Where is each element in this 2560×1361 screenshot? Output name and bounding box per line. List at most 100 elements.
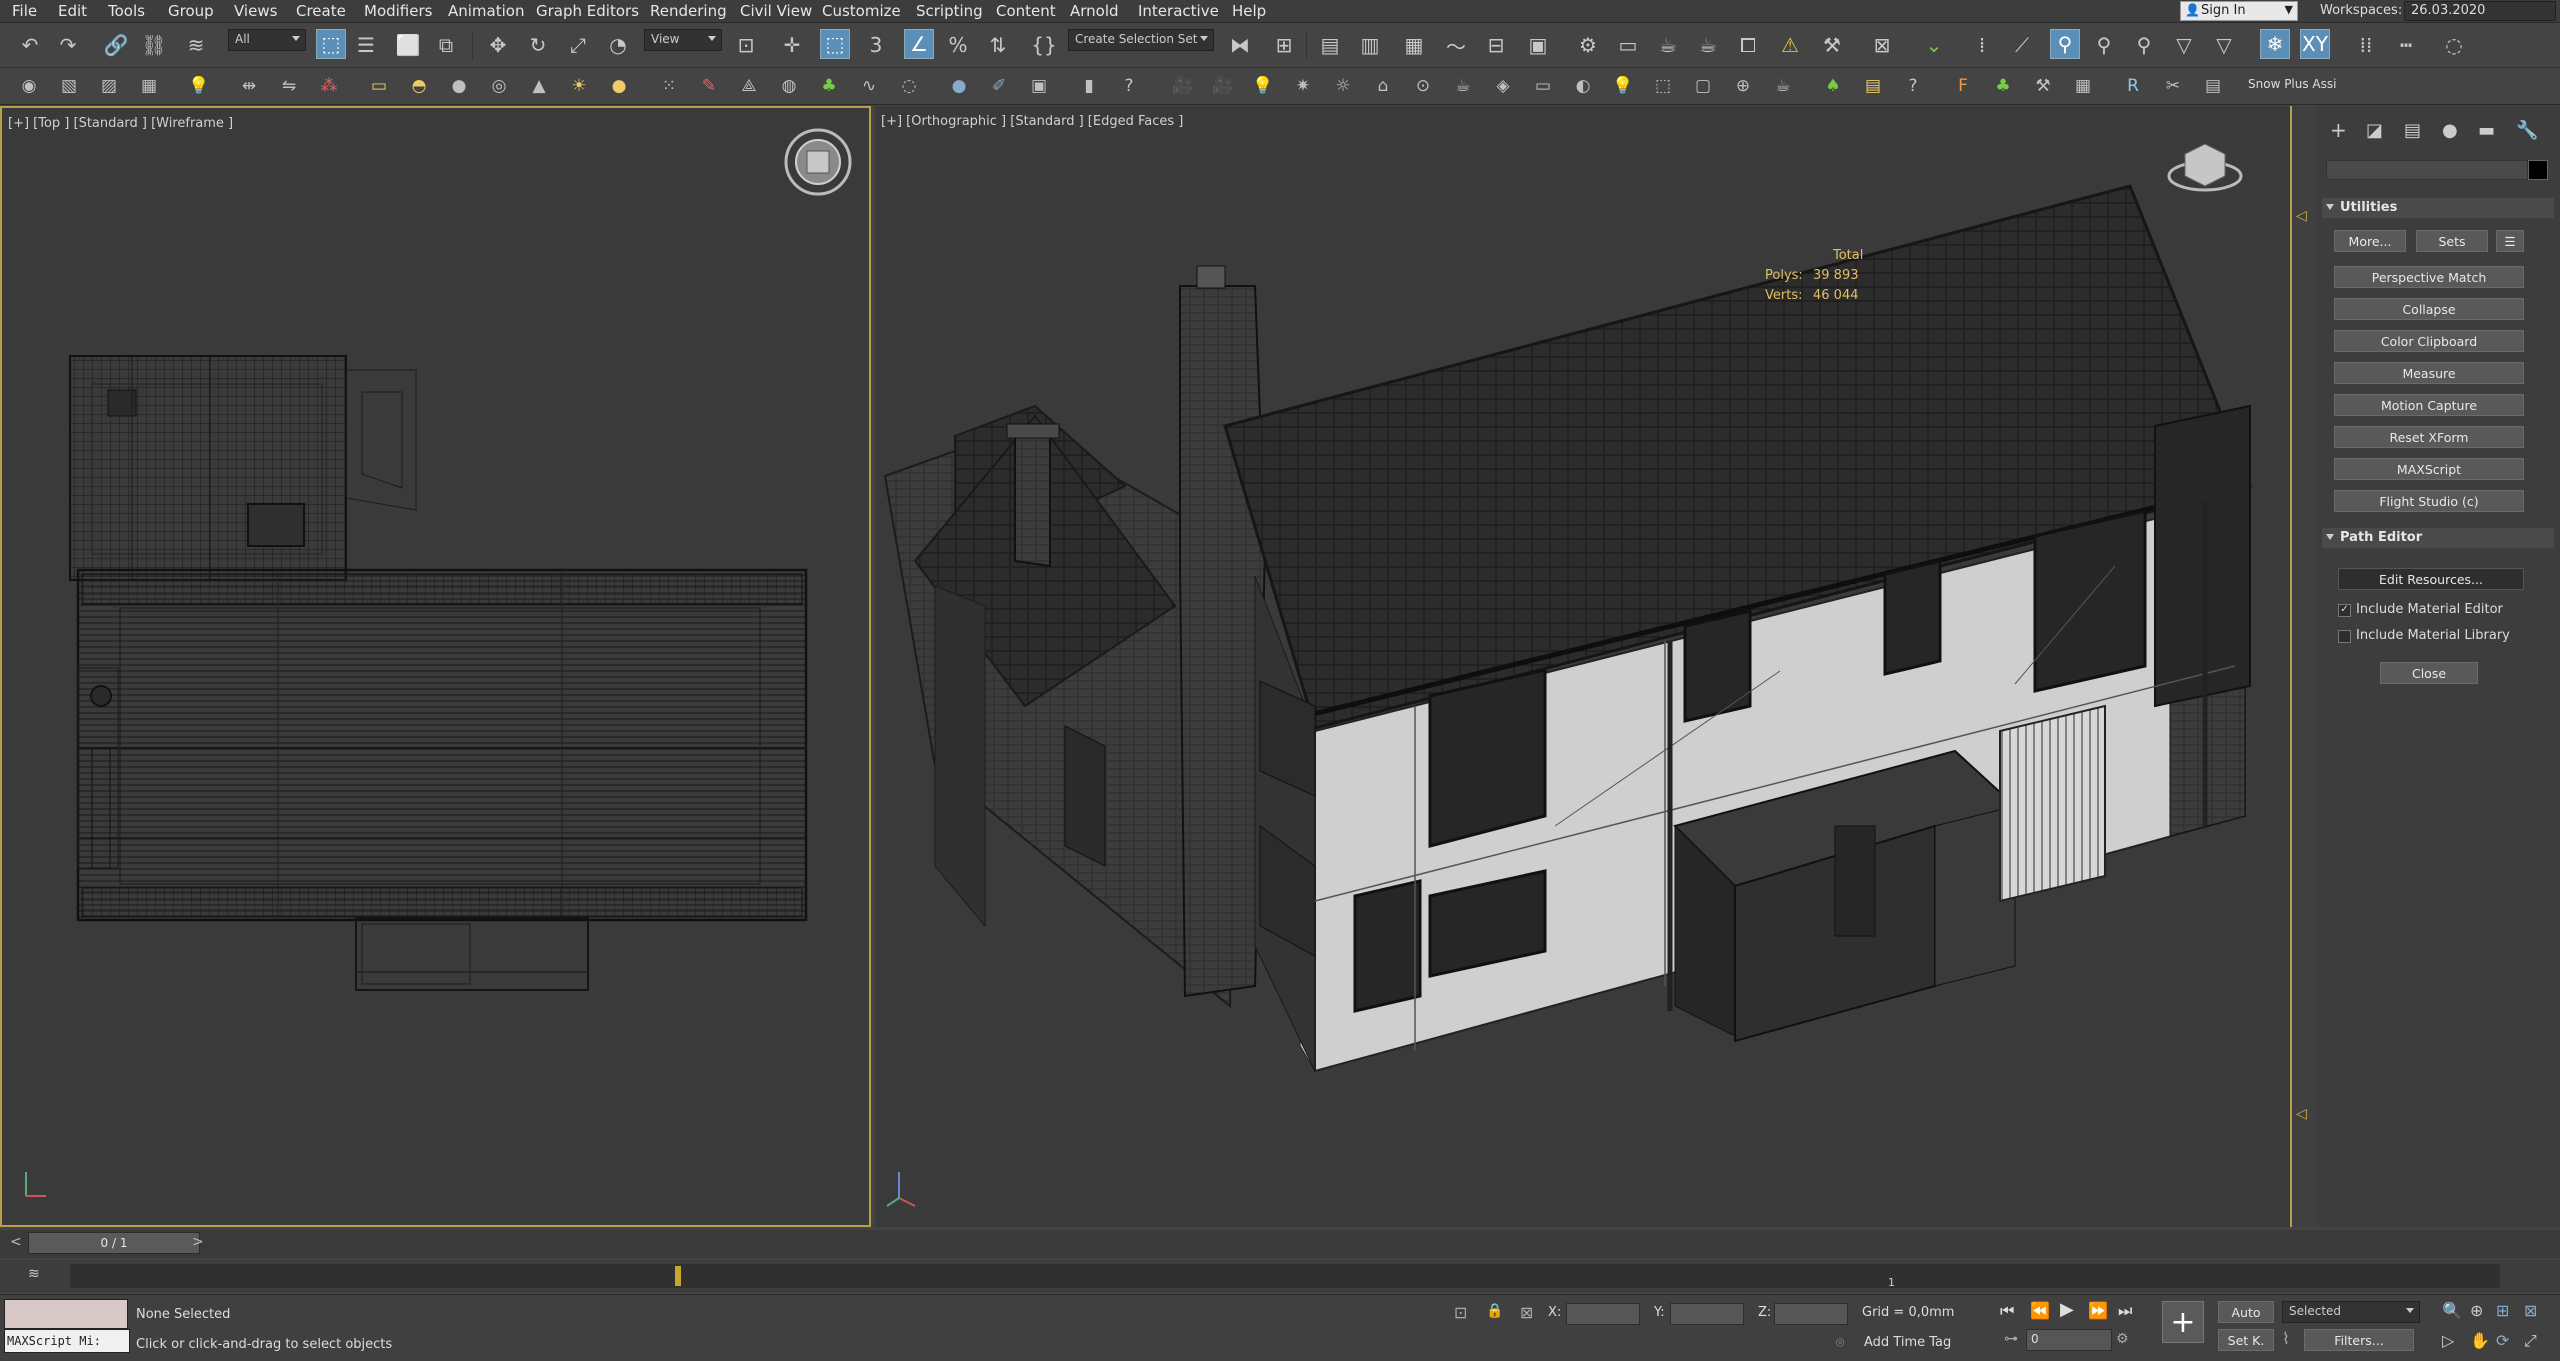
window-crossing-icon[interactable]: ⧉ (432, 31, 460, 59)
select-by-name-icon[interactable]: ☰ (352, 31, 380, 59)
rectangular-selection-icon[interactable]: ⬜ (394, 31, 422, 59)
selection-filter-dropdown[interactable]: All (228, 29, 306, 51)
list-icon[interactable]: ▤ (1860, 73, 1886, 99)
bridge-icon[interactable]: ⇋ (276, 73, 302, 99)
forest-pack-icon[interactable]: F (1950, 73, 1976, 99)
maximize-viewport-icon[interactable]: ⤢ (2524, 1331, 2537, 1351)
slice-icon[interactable]: ▮ (1076, 73, 1102, 99)
collapse-arrow-icon[interactable]: ◁ (2296, 1106, 2307, 1122)
utilities-tab-icon[interactable]: 🔧 (2516, 120, 2538, 141)
track-bar[interactable]: ≋ 1 (0, 1260, 2560, 1292)
track-area[interactable] (70, 1264, 2500, 1288)
modify-tab-icon[interactable]: ◪ (2366, 120, 2383, 141)
play-icon[interactable]: ▶ (2060, 1299, 2074, 1320)
menu-civil-view[interactable]: Civil View (740, 2, 812, 20)
link-icon[interactable]: 🔗 (102, 31, 130, 59)
snow-plus-label[interactable]: Snow Plus Assi (2248, 77, 2336, 91)
globe-icon[interactable]: ◍ (776, 73, 802, 99)
key-filter-dropdown[interactable]: Selected (2282, 1301, 2420, 1323)
more-button[interactable]: More... (2334, 230, 2406, 252)
sets-button[interactable]: Sets (2416, 230, 2488, 252)
include-material-library-checkbox[interactable] (2338, 630, 2351, 643)
y-coordinate-field[interactable] (1670, 1303, 1744, 1325)
key-tangent-icon[interactable]: ⌇ (2282, 1329, 2290, 1348)
snap-face-icon[interactable]: ▽ (2170, 31, 2198, 59)
frame-counter[interactable]: 0 / 1 (28, 1232, 200, 1254)
flight-studio-button[interactable]: Flight Studio (c) (2334, 490, 2524, 512)
select-manipulate-icon[interactable]: ✛ (778, 31, 806, 59)
grid-icon[interactable]: ▦ (136, 73, 162, 99)
current-frame-field[interactable]: 0 (2026, 1329, 2112, 1351)
snap-grid-icon[interactable]: ⁞ (1968, 31, 1996, 59)
frame-buffer-icon[interactable]: ▭ (1530, 73, 1556, 99)
bulb-outline-icon[interactable]: 💡 (1610, 73, 1636, 99)
display-tab-icon[interactable]: ▬ (2478, 120, 2495, 141)
object-color-swatch[interactable] (2528, 160, 2548, 180)
maxscript-button[interactable]: MAXScript (2334, 458, 2524, 480)
utilities-rollout-header[interactable]: Utilities (2322, 198, 2554, 218)
color-clipboard-button[interactable]: Color Clipboard (2334, 330, 2524, 352)
material-ball-icon[interactable]: ◐ (1570, 73, 1596, 99)
help-circle-icon[interactable]: ? (1116, 73, 1142, 99)
snap-toggle-icon[interactable]: ❄ (2260, 29, 2290, 59)
snap-endpoint-icon[interactable]: ⚲ (2050, 29, 2080, 59)
toggle-scene-explorer-icon[interactable]: ▤ (1316, 31, 1344, 59)
next-key-icon[interactable]: ⏩ (2088, 1301, 2108, 1320)
schematic-view-icon[interactable]: ⊟ (1482, 31, 1510, 59)
menu-graph-editors[interactable]: Graph Editors (536, 2, 639, 20)
menu-rendering[interactable]: Rendering (650, 2, 727, 20)
workspace-select[interactable]: 26.03.2020 (2404, 1, 2556, 21)
environment-icon[interactable]: ◈ (1490, 73, 1516, 99)
auto-key-button[interactable]: Auto (2218, 1301, 2274, 1323)
maxscript-listener-output[interactable] (4, 1299, 128, 1329)
curve-editor-icon[interactable]: 〜 (1442, 31, 1470, 59)
rendered-frame-window-icon[interactable]: ▭ (1614, 31, 1642, 59)
render-setup-icon[interactable]: ⚙ (1574, 31, 1602, 59)
menu-content[interactable]: Content (996, 2, 1056, 20)
menu-file[interactable]: File (12, 2, 37, 20)
path-editor-rollout-header[interactable]: Path Editor (2322, 528, 2554, 548)
add-time-tag[interactable]: Add Time Tag (1864, 1335, 1951, 1350)
menu-interactive[interactable]: Interactive (1138, 2, 1219, 20)
time-tag-icon[interactable]: ⌾ (1836, 1335, 1844, 1351)
create-tab-icon[interactable]: + (2330, 118, 2347, 142)
previous-key-icon[interactable]: ⏪ (2030, 1301, 2050, 1320)
scale-icon[interactable]: ⤢ (564, 31, 592, 59)
spacing-tool-icon[interactable]: ┅ (2392, 31, 2420, 59)
toggle-layer-explorer-icon[interactable]: ▥ (1356, 31, 1384, 59)
object-name-field[interactable] (2326, 160, 2528, 180)
render-iterative-icon[interactable]: ☕ (1694, 31, 1722, 59)
tool-icon[interactable]: ✐ (986, 73, 1012, 99)
table-icon[interactable]: ▦ (2070, 73, 2096, 99)
zoom-icon[interactable]: 🔍 (2442, 1301, 2462, 1320)
edit-named-selection-icon[interactable]: {} (1030, 31, 1058, 59)
light-icon[interactable]: 💡 (1250, 73, 1276, 99)
geosphere-icon[interactable]: ● (606, 73, 632, 99)
curve-editor-mini-icon[interactable]: ≋ (28, 1266, 40, 1282)
menu-views[interactable]: Views (234, 2, 277, 20)
snap-pivot-icon[interactable]: ▽ (2210, 31, 2238, 59)
tree-icon[interactable]: ♣ (816, 73, 842, 99)
skylight-icon[interactable]: ⊙ (1410, 73, 1436, 99)
reset-xform-button[interactable]: Reset XForm (2334, 426, 2524, 448)
expand-chevron-icon[interactable]: ⌄ (1920, 31, 1948, 59)
hammer-icon[interactable]: ⚒ (1818, 31, 1846, 59)
redo-icon[interactable]: ↷ (54, 31, 82, 59)
paint-icon[interactable]: ✎ (696, 73, 722, 99)
zoom-all-icon[interactable]: ⊕ (2470, 1301, 2483, 1320)
clone-align-icon[interactable]: ◌ (2440, 31, 2468, 59)
move-icon[interactable]: ✥ (484, 31, 512, 59)
sun-icon[interactable]: ☀ (566, 73, 592, 99)
railclone-icon[interactable]: ♣ (1990, 73, 2016, 99)
menu-edit[interactable]: Edit (58, 2, 87, 20)
z-coordinate-field[interactable] (1774, 1303, 1848, 1325)
percent-snap-icon[interactable]: % (944, 31, 972, 59)
crosshair-icon[interactable]: ⊕ (1730, 73, 1756, 99)
curve-icon[interactable]: ∿ (856, 73, 882, 99)
torus-icon[interactable]: ◎ (486, 73, 512, 99)
forest-icon[interactable]: ♠ (1820, 73, 1846, 99)
spinner-snap-icon[interactable]: ⇅ (984, 31, 1012, 59)
hammer-tool-icon[interactable]: ⚒ (2030, 73, 2056, 99)
toggle-ribbon-icon[interactable]: ▦ (1400, 31, 1428, 59)
sunlight-icon[interactable]: ☼ (1330, 73, 1356, 99)
